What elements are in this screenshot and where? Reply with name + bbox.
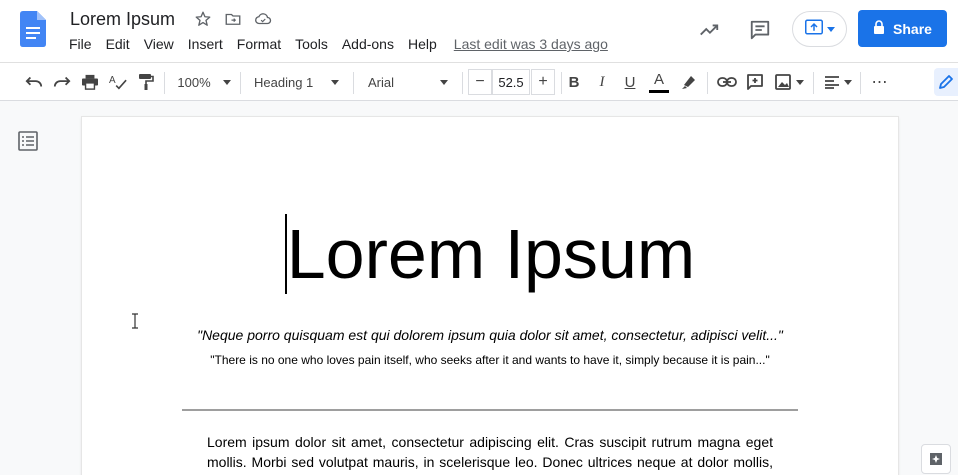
underline-button[interactable]: U xyxy=(618,69,642,95)
highlight-color-icon[interactable] xyxy=(677,69,701,95)
italic-button[interactable]: I xyxy=(590,69,614,95)
menu-edit[interactable]: Edit xyxy=(99,36,137,52)
insert-image-icon[interactable] xyxy=(771,69,807,95)
font-family-value: Arial xyxy=(368,74,395,90)
spellcheck-icon[interactable]: A xyxy=(106,69,130,95)
toolbar-divider xyxy=(240,72,241,94)
heading-text: Lorem Ipsum xyxy=(286,215,696,293)
paragraph-style-select[interactable]: Heading 1 xyxy=(248,69,346,95)
activity-trend-icon[interactable] xyxy=(693,14,725,46)
text-color-swatch xyxy=(649,89,669,93)
paragraph-style-value: Heading 1 xyxy=(254,74,314,90)
chevron-down-icon xyxy=(331,79,340,85)
share-button[interactable]: Share xyxy=(858,10,947,47)
cloud-saved-icon[interactable] xyxy=(251,7,275,31)
menu-format[interactable]: Format xyxy=(230,36,288,52)
document-outline-icon[interactable] xyxy=(17,130,39,152)
more-options-icon[interactable]: ⋯ xyxy=(868,69,892,95)
undo-icon[interactable] xyxy=(22,69,46,95)
bold-button[interactable]: B xyxy=(562,69,586,95)
menu-help[interactable]: Help xyxy=(401,36,444,52)
app-header: Lorem Ipsum File Edit View Insert Format… xyxy=(0,0,958,62)
paint-format-icon[interactable] xyxy=(134,69,158,95)
decrease-font-size-button[interactable]: − xyxy=(468,69,492,95)
title-row: Lorem Ipsum xyxy=(70,7,281,31)
move-to-folder-icon[interactable] xyxy=(221,7,245,31)
add-comment-icon[interactable] xyxy=(743,69,767,95)
svg-text:A: A xyxy=(109,75,116,86)
align-left-icon[interactable] xyxy=(822,69,854,95)
formatting-toolbar: A 100% Heading 1 Arial − 52.5 + B I U A xyxy=(0,62,958,101)
text-color-icon: A xyxy=(653,70,664,88)
text-cursor xyxy=(284,214,287,294)
last-edit-link[interactable]: Last edit was 3 days ago xyxy=(454,36,608,52)
menu-file[interactable]: File xyxy=(62,36,99,52)
toolbar-divider xyxy=(353,72,354,94)
document-heading[interactable]: Lorem Ipsum xyxy=(82,214,898,294)
zoom-select[interactable]: 100% xyxy=(172,69,236,95)
insert-link-icon[interactable] xyxy=(715,69,739,95)
chevron-down-icon xyxy=(844,79,852,85)
horizontal-rule xyxy=(182,409,798,411)
menu-add-ons[interactable]: Add-ons xyxy=(335,36,401,52)
print-icon[interactable] xyxy=(78,69,102,95)
menu-insert[interactable]: Insert xyxy=(181,36,230,52)
body-paragraph[interactable]: Lorem ipsum dolor sit amet, consectetur … xyxy=(207,433,773,475)
menu-tools[interactable]: Tools xyxy=(288,36,335,52)
font-family-select[interactable]: Arial xyxy=(362,69,460,95)
font-size-input[interactable]: 52.5 xyxy=(492,69,530,95)
toolbar-divider xyxy=(164,72,165,94)
mouse-ibeam-cursor-icon xyxy=(131,313,139,333)
present-button[interactable] xyxy=(792,11,847,47)
chevron-down-icon xyxy=(826,26,835,32)
docs-logo-icon[interactable] xyxy=(20,11,46,47)
zoom-value: 100% xyxy=(177,74,211,90)
star-icon[interactable] xyxy=(191,7,215,31)
text-color-button[interactable]: A xyxy=(647,69,671,95)
redo-icon[interactable] xyxy=(50,69,74,95)
menu-view[interactable]: View xyxy=(137,36,181,52)
increase-font-size-button[interactable]: + xyxy=(531,69,555,95)
menu-bar: File Edit View Insert Format Tools Add-o… xyxy=(62,36,608,52)
comments-icon[interactable] xyxy=(744,14,776,46)
toolbar-divider xyxy=(707,72,708,94)
editing-mode-pencil-icon[interactable] xyxy=(934,68,958,96)
lock-icon xyxy=(873,20,885,37)
chevron-down-icon xyxy=(222,79,231,85)
latin-quote[interactable]: "Neque porro quisquam est qui dolorem ip… xyxy=(82,327,898,343)
document-title[interactable]: Lorem Ipsum xyxy=(70,9,175,30)
explore-icon[interactable] xyxy=(921,444,951,474)
chevron-down-icon xyxy=(440,79,449,85)
toolbar-divider xyxy=(813,72,814,94)
english-quote[interactable]: "There is no one who loves pain itself, … xyxy=(82,353,898,367)
chevron-down-icon xyxy=(795,79,804,85)
share-label: Share xyxy=(893,20,932,37)
document-page[interactable]: Lorem Ipsum "Neque porro quisquam est qu… xyxy=(82,117,898,475)
toolbar-divider xyxy=(860,72,861,94)
toolbar-divider xyxy=(462,72,463,94)
present-icon xyxy=(804,19,823,40)
